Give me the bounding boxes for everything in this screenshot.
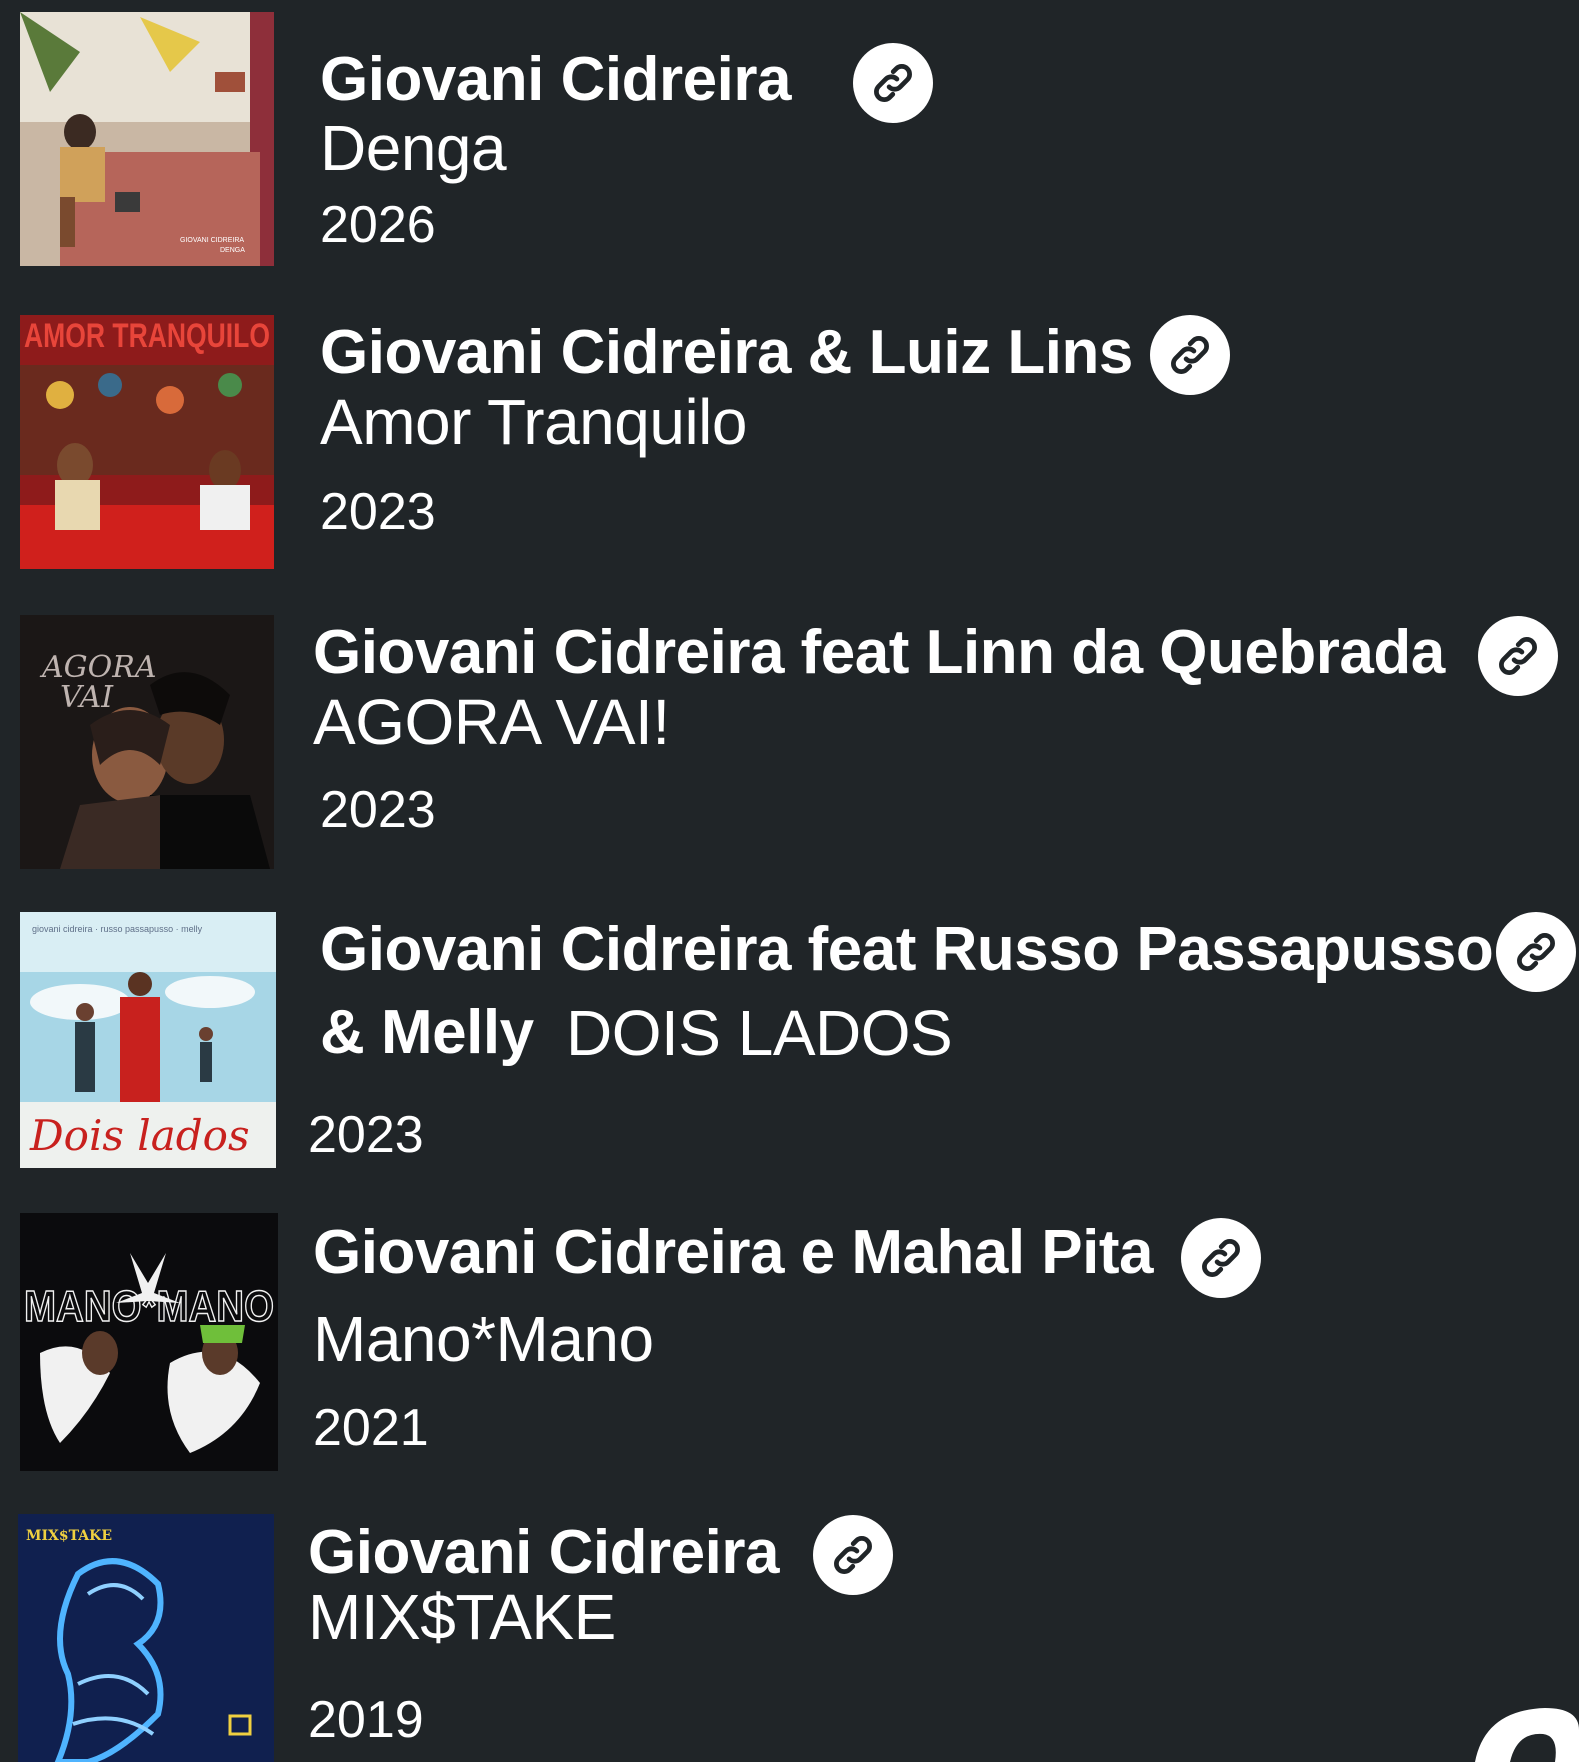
link-button[interactable]: [1150, 315, 1230, 395]
release-title: DOIS LADOS: [566, 997, 953, 1069]
release-title: Amor Tranquilo: [320, 386, 747, 458]
album-cover-image: MANO*MANO: [20, 1213, 278, 1471]
cover-title: MIX$TAKE: [26, 1528, 112, 1544]
cover-title: VAI: [60, 680, 114, 715]
release-year: 2023: [308, 1106, 424, 1164]
album-cover[interactable]: AMOR TRANQUILO: [20, 315, 274, 569]
artist-name: Giovani Cidreira: [320, 45, 791, 114]
link-chain-icon: [1517, 933, 1555, 971]
album-cover-image: GIOVANI CIDREIRA DENGA: [20, 12, 274, 266]
brand-logo-icon: [1475, 1708, 1579, 1762]
release-year: 2021: [313, 1399, 429, 1457]
album-cover-image: MIX$TAKE: [18, 1514, 274, 1762]
link-chain-icon: [874, 64, 912, 102]
album-cover[interactable]: giovani cidreira · russo passapusso · me…: [20, 912, 276, 1168]
album-cover[interactable]: MIX$TAKE: [18, 1514, 274, 1762]
cover-title: MANO*MANO: [24, 1282, 274, 1331]
link-button[interactable]: [1181, 1218, 1261, 1298]
artist-name: Giovani Cidreira & Luiz Lins: [320, 318, 1133, 387]
release-year: 2019: [308, 1691, 424, 1749]
album-cover-image: giovani cidreira · russo passapusso · me…: [20, 912, 276, 1168]
album-cover[interactable]: GIOVANI CIDREIRA DENGA: [20, 12, 274, 266]
cover-title: Dois lados: [29, 1111, 250, 1160]
release-title: MIX$TAKE: [308, 1581, 616, 1653]
link-button[interactable]: [853, 43, 933, 123]
cover-caption: GIOVANI CIDREIRA: [180, 237, 244, 244]
link-chain-icon: [834, 1536, 872, 1574]
link-button[interactable]: [813, 1515, 893, 1595]
release-title: Denga: [320, 112, 507, 184]
release-year: 2026: [320, 196, 436, 254]
cover-caption: DENGA: [220, 247, 245, 254]
link-button[interactable]: [1478, 616, 1558, 696]
cover-title: AMOR TRANQUILO: [24, 317, 270, 355]
album-cover[interactable]: MANO*MANO: [20, 1213, 278, 1471]
artist-name: Giovani Cidreira feat Linn da Quebrada: [313, 618, 1445, 687]
release-year: 2023: [320, 483, 436, 541]
artist-name: Giovani Cidreira e Mahal Pita: [313, 1218, 1154, 1287]
link-chain-icon: [1202, 1239, 1240, 1277]
artist-name-line1: Giovani Cidreira feat Russo Passapusso: [320, 915, 1494, 984]
link-chain-icon: [1171, 336, 1209, 374]
artist-name: Giovani Cidreira: [308, 1518, 779, 1587]
link-chain-icon: [1499, 637, 1537, 675]
album-cover-image: AMOR TRANQUILO: [20, 315, 274, 569]
album-cover[interactable]: AGORA VAI: [20, 615, 274, 869]
release-title: AGORA VAI!: [313, 686, 670, 758]
artist-name-line2: & Melly: [320, 998, 534, 1067]
link-button[interactable]: [1496, 912, 1576, 992]
release-title: Mano*Mano: [313, 1303, 654, 1375]
album-cover-image: AGORA VAI: [20, 615, 274, 869]
release-year: 2023: [320, 781, 436, 839]
cover-caption: giovani cidreira · russo passapusso · me…: [32, 924, 203, 934]
